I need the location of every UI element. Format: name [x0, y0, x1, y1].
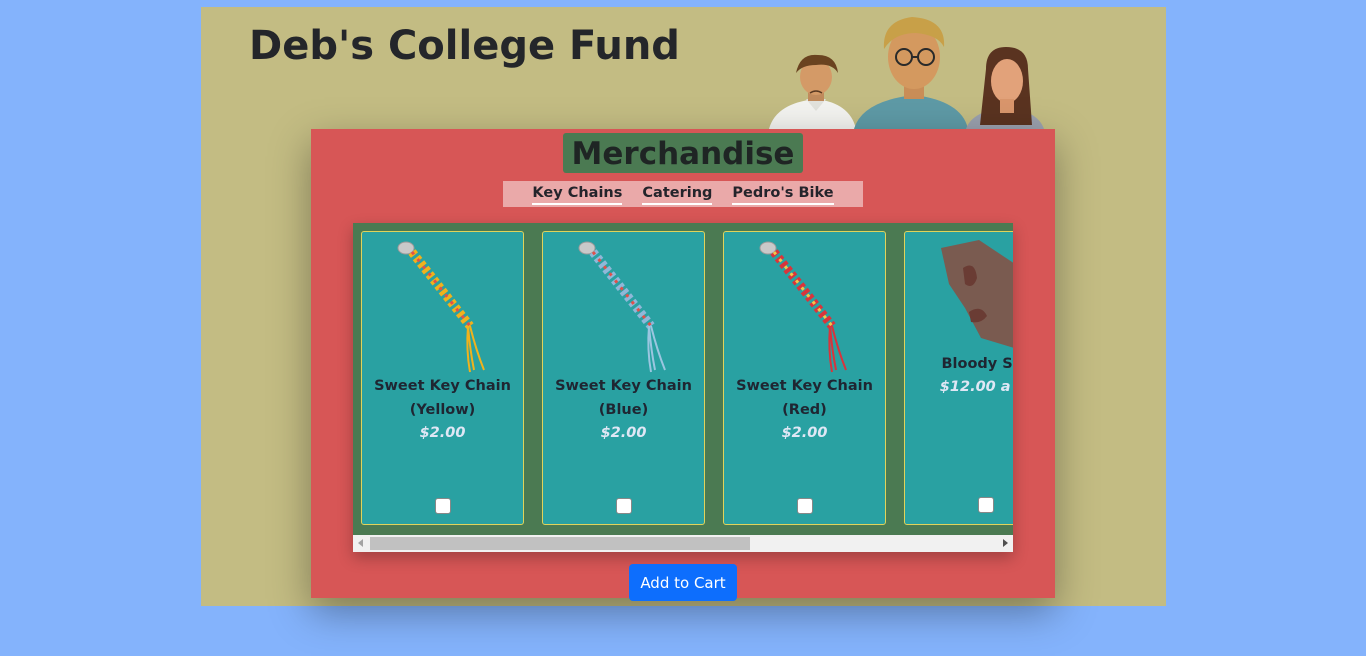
site-title: Deb's College Fund: [249, 23, 680, 69]
category-link-pedros-bike[interactable]: Pedro's Bike: [732, 183, 834, 205]
scroll-left-arrow-icon[interactable]: [358, 539, 363, 547]
keychain-yellow-image: [397, 241, 485, 373]
product-select-checkbox[interactable]: [978, 497, 994, 513]
characters-illustration: [769, 17, 1044, 129]
category-link-key-chains[interactable]: Key Chains: [532, 183, 623, 205]
product-card-bloody-steak: Bloody Ste $12.00 a st: [904, 231, 1013, 525]
bloody-steak-image: [941, 240, 1013, 348]
product-name: Sweet Key Chain: [374, 378, 511, 394]
product-price: $12.00 a st: [939, 379, 1013, 395]
product-price: $2.00: [781, 425, 828, 441]
product-name: Bloody Ste: [941, 356, 1013, 372]
page-container: Deb's College Fund Merchandise Key Chain…: [201, 7, 1166, 606]
keychain-red-image: [759, 241, 847, 373]
product-name: Sweet Key Chain: [555, 378, 692, 394]
product-card-keychain-blue: Sweet Key Chain (Blue) $2.00: [542, 231, 705, 525]
product-select-checkbox[interactable]: [616, 498, 632, 514]
product-price: $2.00: [600, 425, 647, 441]
scrollbar-thumb[interactable]: [370, 537, 750, 550]
horizontal-scrollbar[interactable]: [353, 535, 1013, 552]
product-carousel[interactable]: Sweet Key Chain (Yellow) $2.00 Sweet Key…: [353, 223, 1013, 552]
product-select-checkbox[interactable]: [797, 498, 813, 514]
add-to-cart-button[interactable]: Add to Cart: [629, 564, 737, 601]
product-variant: (Yellow): [409, 402, 476, 418]
merchandise-panel: Merchandise Key Chains Catering Pedro's …: [311, 129, 1055, 601]
product-variant: (Blue): [598, 402, 649, 418]
product-price: $2.00: [419, 425, 466, 441]
product-card-keychain-red: Sweet Key Chain (Red) $2.00: [723, 231, 886, 525]
product-card-keychain-yellow: Sweet Key Chain (Yellow) $2.00: [361, 231, 524, 525]
product-name: Sweet Key Chain: [736, 378, 873, 394]
product-variant: (Red): [782, 402, 827, 418]
merchandise-title: Merchandise: [563, 133, 803, 173]
product-select-checkbox[interactable]: [435, 498, 451, 514]
scroll-right-arrow-icon[interactable]: [1003, 539, 1008, 547]
keychain-blue-image: [578, 241, 666, 373]
category-link-catering[interactable]: Catering: [642, 183, 713, 205]
category-nav: Key Chains Catering Pedro's Bike: [503, 181, 863, 207]
